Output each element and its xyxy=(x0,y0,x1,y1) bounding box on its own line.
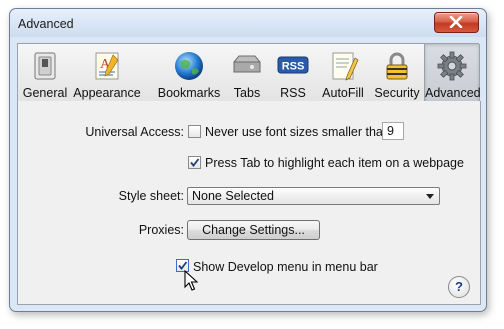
preferences-toolbar: General A Appearance Bookmarks Tabs RSS … xyxy=(17,43,481,102)
tab-label: Security xyxy=(374,86,420,100)
title-bar[interactable]: Advanced xyxy=(10,9,486,37)
advanced-settings-panel: Universal Access: Never use font sizes s… xyxy=(17,101,481,305)
preferences-window: Advanced General A Appearance Bookmarks … xyxy=(9,8,487,312)
tab-bookmarks[interactable]: Bookmarks xyxy=(154,44,224,101)
universal-access-label: Universal Access: xyxy=(85,125,184,139)
tab-label: Tabs xyxy=(233,86,261,100)
mouse-cursor-icon xyxy=(184,270,198,291)
appearance-font-icon: A xyxy=(95,52,119,80)
min-font-size-input[interactable]: 9 xyxy=(382,122,404,140)
change-settings-button[interactable]: Change Settings... xyxy=(187,220,320,240)
close-button[interactable] xyxy=(434,12,479,33)
advanced-gear-icon xyxy=(437,51,467,81)
tab-rss[interactable]: RSS RSS xyxy=(272,44,314,101)
autofill-pencil-icon xyxy=(332,52,359,81)
tab-advanced[interactable]: Advanced xyxy=(424,44,481,101)
checkmark-icon xyxy=(190,158,200,167)
develop-menu-label: Show Develop menu in menu bar xyxy=(193,260,378,274)
tab-label: Appearance xyxy=(73,86,141,100)
close-icon xyxy=(449,16,463,28)
rss-icon: RSS xyxy=(277,56,309,74)
tab-autofill[interactable]: AutoFill xyxy=(318,44,368,101)
proxies-label: Proxies: xyxy=(138,223,184,237)
security-lock-icon xyxy=(386,52,408,80)
tabs-icon xyxy=(233,55,261,73)
style-sheet-select[interactable]: None Selected xyxy=(187,187,440,205)
tab-label: RSS xyxy=(280,86,306,100)
rss-badge-text: RSS xyxy=(282,61,305,73)
tab-label: General xyxy=(22,86,68,100)
help-button[interactable]: ? xyxy=(448,276,470,298)
general-switch-icon xyxy=(34,52,56,80)
press-tab-label: Press Tab to highlight each item on a we… xyxy=(205,156,464,170)
tab-label: AutoFill xyxy=(322,86,364,100)
bookmarks-globe-icon xyxy=(175,52,203,80)
tab-tabs[interactable]: Tabs xyxy=(226,44,268,101)
tab-appearance[interactable]: A Appearance xyxy=(72,44,142,101)
tab-label: Advanced xyxy=(425,86,481,100)
chevron-down-icon xyxy=(426,194,434,199)
min-font-size-checkbox[interactable] xyxy=(188,125,201,138)
tab-security[interactable]: Security xyxy=(372,44,422,101)
tab-general[interactable]: General xyxy=(20,44,70,101)
press-tab-checkbox[interactable] xyxy=(188,156,201,169)
window-title: Advanced xyxy=(18,17,74,31)
tab-label: Bookmarks xyxy=(157,86,221,100)
style-sheet-value: None Selected xyxy=(192,189,275,203)
style-sheet-label: Style sheet: xyxy=(118,189,184,203)
min-font-size-label: Never use font sizes smaller than xyxy=(205,125,390,139)
